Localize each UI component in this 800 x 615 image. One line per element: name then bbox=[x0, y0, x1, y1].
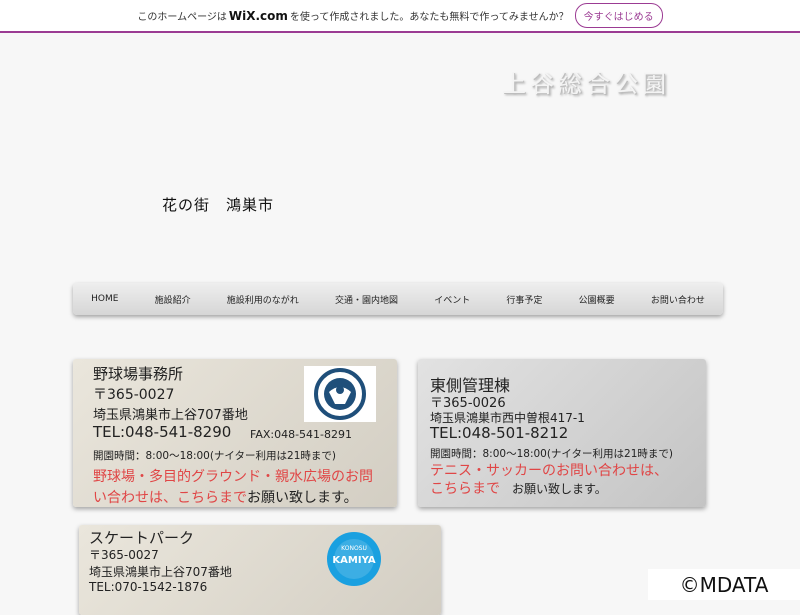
nav-item-schedule[interactable]: 行事予定 bbox=[502, 293, 546, 306]
nav-item-usage-flow[interactable]: 施設利用のながれ bbox=[223, 293, 303, 306]
baseball-office-notice-tail: お願い致します。 bbox=[247, 490, 358, 506]
watermark: ©MDATA bbox=[648, 569, 800, 600]
skate-park-tel: TEL:070-1542-1876 bbox=[89, 580, 208, 594]
nav-item-park-overview[interactable]: 公園概要 bbox=[575, 293, 619, 306]
wix-banner: このホームページは WiX.com を使って作成されました。あなたも無料で作って… bbox=[0, 0, 800, 33]
flower-stadium-logo bbox=[304, 366, 376, 422]
skate-park-title: スケートパーク bbox=[89, 529, 195, 547]
wix-banner-suffix: を使って作成されました。あなたも無料で作ってみませんか？ bbox=[289, 12, 569, 23]
wix-start-button[interactable]: 今すぐはじめる bbox=[574, 3, 663, 28]
baseball-office-postal: 〒365-0027 bbox=[93, 387, 175, 403]
baseball-office-notice-1: 野球場・多目的グラウンド・親水広場のお問 bbox=[93, 469, 373, 485]
baseball-office-hours: 開園時間：8:00～18:00(ナイター利用は21時まで) bbox=[93, 450, 336, 462]
skate-park-postal: 〒365-0027 bbox=[89, 548, 159, 562]
east-office-notice-tail: お願い致します。 bbox=[512, 482, 607, 496]
skate-park-logo: KONOSU KAMIYA bbox=[326, 531, 382, 587]
east-office-notice-1: テニス・サッカーのお問い合わせは、 bbox=[430, 463, 668, 479]
nav-item-facilities[interactable]: 施設紹介 bbox=[151, 293, 195, 306]
site-tagline: 花の街 鴻巣市 bbox=[162, 196, 275, 214]
wix-logo[interactable]: WiX.com bbox=[229, 9, 288, 23]
baseball-office-title: 野球場事務所 bbox=[93, 365, 184, 383]
baseball-office-notice-line-2: い合わせは、こちらまでお願い致します。 bbox=[93, 487, 358, 507]
baseball-office-notice-2: い合わせは、こちらまで bbox=[93, 490, 247, 506]
wix-banner-prefix: このホームページは bbox=[137, 12, 227, 23]
east-office-notice-2: こちらまで bbox=[430, 481, 500, 497]
east-office-notice-line-2: こちらまで お願い致します。 bbox=[430, 478, 607, 498]
main-nav: HOME 施設紹介 施設利用のながれ 交通・園内地図 イベント 行事予定 公園概… bbox=[73, 283, 723, 315]
skate-logo-top-text: KONOSU bbox=[341, 545, 367, 552]
site-title: 上谷総合公園 bbox=[502, 70, 670, 98]
nav-item-access-map[interactable]: 交通・園内地図 bbox=[331, 293, 402, 306]
east-office-tel: TEL:048-501-8212 bbox=[430, 424, 569, 442]
nav-item-home[interactable]: HOME bbox=[87, 294, 122, 304]
skate-logo-main-text: KAMIYA bbox=[332, 555, 375, 566]
baseball-office-tel: TEL:048-541-8290 bbox=[93, 423, 232, 441]
nav-item-contact[interactable]: お問い合わせ bbox=[647, 293, 709, 306]
baseball-office-address: 埼玉県鴻巣市上谷707番地 bbox=[93, 408, 248, 423]
baseball-office-fax: FAX:048-541-8291 bbox=[250, 428, 353, 441]
east-office-hours: 開園時間：8:00～18:00(ナイター利用は21時まで) bbox=[430, 448, 673, 460]
skate-park-address: 埼玉県鴻巣市上谷707番地 bbox=[89, 565, 232, 579]
nav-item-events[interactable]: イベント bbox=[430, 293, 474, 306]
